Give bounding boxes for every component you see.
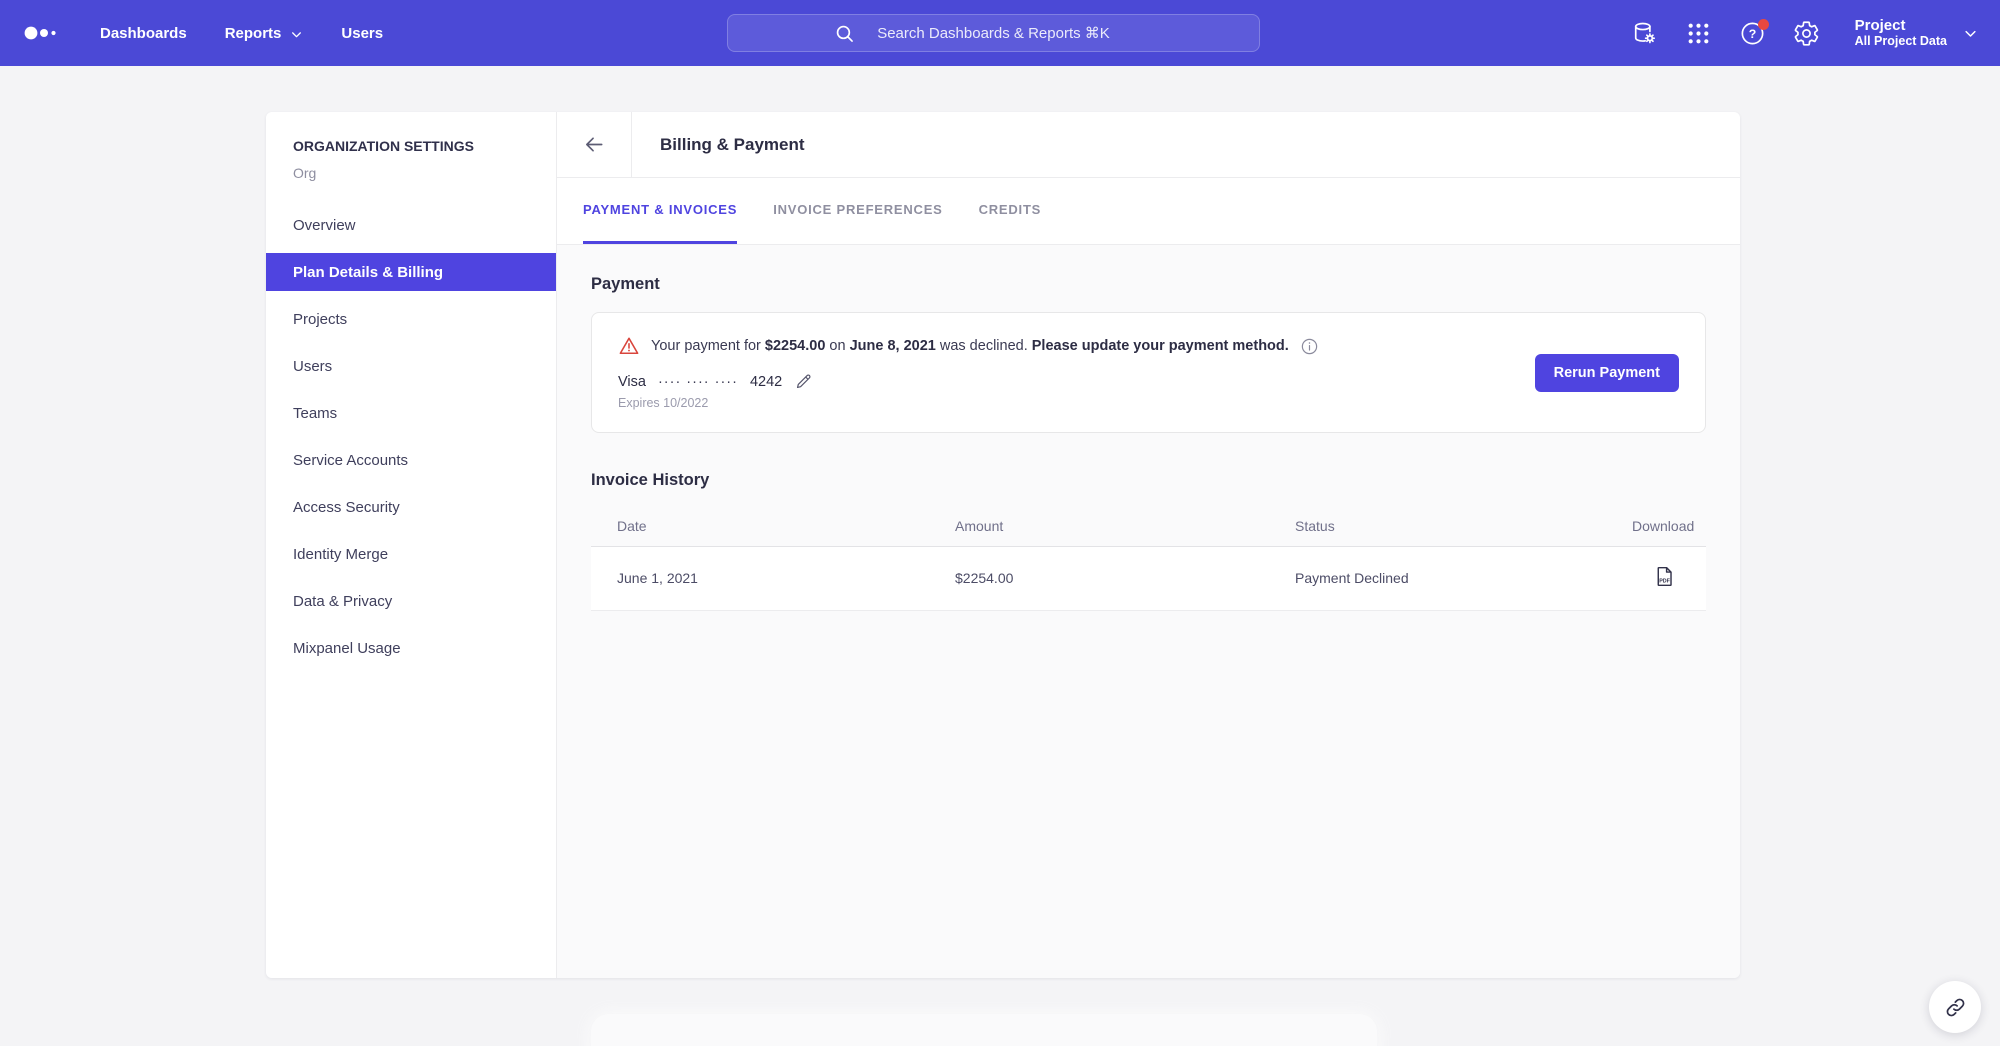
column-header-download: Download — [1632, 506, 1706, 546]
card-expiry: Expires 10/2022 — [618, 396, 1319, 410]
info-icon[interactable] — [1300, 337, 1319, 356]
warning-icon — [618, 335, 640, 357]
invoice-row: June 1, 2021 $2254.00 Payment Declined P… — [591, 546, 1706, 610]
sidebar-item-plan-details-billing[interactable]: Plan Details & Billing — [266, 253, 556, 291]
notification-dot — [1758, 19, 1769, 30]
nav-item-label: Users — [341, 25, 383, 42]
sidebar-item-users[interactable]: Users — [266, 347, 556, 385]
sidebar-item-service-accounts[interactable]: Service Accounts — [266, 441, 556, 479]
sidebar-item-identity-merge[interactable]: Identity Merge — [266, 535, 556, 573]
project-switcher-title: Project — [1855, 17, 1947, 34]
card-masked-digits: ···· ···· ···· — [658, 374, 738, 390]
chevron-down-icon — [1963, 26, 1978, 41]
invoice-table-header: Date Amount Status Download — [591, 506, 1706, 546]
rerun-payment-button[interactable]: Rerun Payment — [1535, 354, 1679, 392]
tab-payment-invoices[interactable]: PAYMENT & INVOICES — [583, 178, 737, 244]
invoice-status: Payment Declined — [1295, 546, 1632, 610]
project-switcher-subtitle: All Project Data — [1855, 34, 1947, 48]
tab-content: Payment Your payment for $2254.00 on Jun… — [557, 245, 1740, 978]
search-icon — [834, 23, 855, 44]
project-switcher[interactable]: Project All Project Data — [1855, 17, 1978, 49]
nav-item-label: Reports — [225, 25, 282, 42]
copy-link-button[interactable] — [1929, 981, 1981, 1033]
nav-item-reports[interactable]: Reports — [225, 25, 304, 42]
payment-method: Visa ···· ···· ···· 4242 — [618, 372, 1319, 391]
alert-text: Your payment for $2254.00 on June 8, 202… — [651, 338, 1289, 354]
card-brand: Visa — [618, 374, 646, 390]
help-button[interactable]: ? — [1739, 19, 1767, 47]
download-pdf-button[interactable]: PDF — [1653, 565, 1676, 588]
invoice-history-section: Invoice History Date Amount Status Downl… — [591, 471, 1706, 611]
nav-item-label: Dashboards — [100, 25, 187, 42]
sidebar-item-data-privacy[interactable]: Data & Privacy — [266, 582, 556, 620]
payment-details: Your payment for $2254.00 on June 8, 202… — [618, 335, 1319, 410]
link-icon — [1944, 996, 1967, 1019]
mixpanel-logo[interactable] — [24, 24, 58, 42]
invoice-history-heading: Invoice History — [591, 471, 1706, 490]
sidebar-item-access-security[interactable]: Access Security — [266, 488, 556, 526]
svg-text:PDF: PDF — [1659, 579, 1670, 585]
card-last4: 4242 — [750, 374, 782, 390]
settings-main-pane: Billing & Payment PAYMENT & INVOICES INV… — [557, 112, 1740, 978]
sidebar-item-mixpanel-usage[interactable]: Mixpanel Usage — [266, 629, 556, 667]
sidebar-title: ORGANIZATION SETTINGS — [293, 136, 556, 156]
payment-declined-alert: Your payment for $2254.00 on June 8, 202… — [618, 335, 1319, 357]
apps-grid-icon — [1686, 21, 1711, 46]
invoice-table: Date Amount Status Download June 1, 2021… — [591, 506, 1706, 611]
top-navbar: Dashboards Reports Users — [0, 0, 2000, 66]
sidebar-item-teams[interactable]: Teams — [266, 394, 556, 432]
sidebar-item-projects[interactable]: Projects — [266, 300, 556, 338]
pencil-icon — [794, 372, 813, 391]
payment-card: Your payment for $2254.00 on June 8, 202… — [591, 312, 1706, 433]
chevron-down-icon — [290, 28, 303, 41]
svg-text:?: ? — [1749, 27, 1757, 41]
page-title: Billing & Payment — [632, 112, 805, 177]
edit-payment-method-button[interactable] — [794, 372, 813, 391]
pdf-file-icon: PDF — [1653, 565, 1676, 588]
mixpanel-dots-icon — [24, 24, 58, 42]
settings-button[interactable] — [1793, 19, 1821, 47]
column-header-status: Status — [1295, 506, 1632, 546]
settings-sidebar: ORGANIZATION SETTINGS Org Overview Plan … — [266, 112, 557, 978]
data-management-button[interactable] — [1631, 19, 1659, 47]
arrow-left-icon — [583, 133, 606, 156]
invoice-date: June 1, 2021 — [591, 546, 955, 610]
nav-item-dashboards[interactable]: Dashboards — [100, 25, 187, 42]
column-header-amount: Amount — [955, 506, 1295, 546]
org-settings-panel: ORGANIZATION SETTINGS Org Overview Plan … — [266, 112, 1740, 978]
apps-grid-button[interactable] — [1685, 19, 1713, 47]
navbar-right: ? Project All Project Data — [1631, 0, 1978, 66]
nav-item-users[interactable]: Users — [341, 25, 383, 42]
tab-credits[interactable]: CREDITS — [979, 178, 1042, 244]
database-gear-icon — [1631, 20, 1658, 47]
search-input[interactable] — [728, 15, 1259, 51]
tab-invoice-preferences[interactable]: INVOICE PREFERENCES — [773, 178, 942, 244]
nav-links: Dashboards Reports Users — [100, 25, 383, 42]
gear-icon — [1793, 20, 1820, 47]
page-header: Billing & Payment — [557, 112, 1740, 178]
global-search[interactable] — [727, 14, 1260, 52]
org-name: Org — [293, 164, 556, 182]
column-header-date: Date — [591, 506, 955, 546]
sidebar-list: Overview Plan Details & Billing Projects… — [266, 206, 556, 667]
back-button[interactable] — [557, 112, 632, 177]
payment-heading: Payment — [591, 275, 1706, 294]
invoice-amount: $2254.00 — [955, 546, 1295, 610]
billing-tabs: PAYMENT & INVOICES INVOICE PREFERENCES C… — [557, 178, 1740, 245]
sidebar-item-overview[interactable]: Overview — [266, 206, 556, 244]
bottom-ghost-panel — [591, 1014, 1377, 1046]
